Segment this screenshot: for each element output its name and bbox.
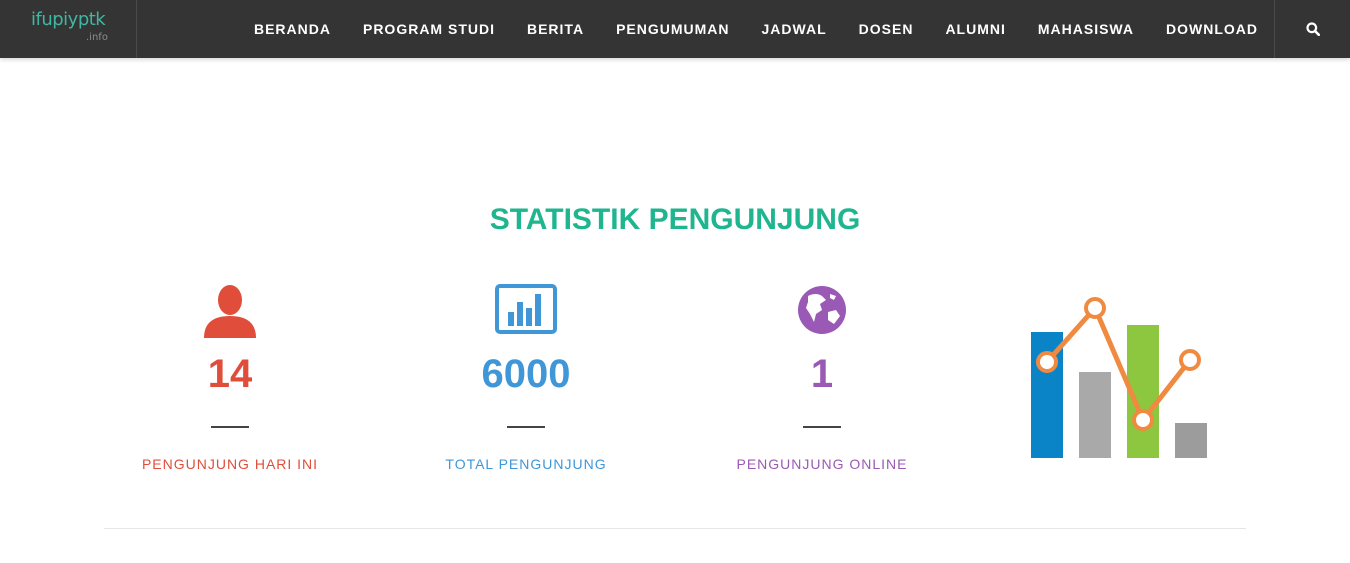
stat-label: PENGUNJUNG ONLINE [736, 456, 908, 472]
user-icon [204, 285, 256, 338]
chart-illustration-icon [1031, 297, 1207, 458]
stat-label: TOTAL PENGUNJUNG [445, 456, 607, 472]
navbar: ifupiyptk .info BERANDA PROGRAM STUDI BE… [0, 0, 1350, 58]
globe-icon [798, 286, 846, 334]
nav-item-jadwal[interactable]: JADWAL [762, 21, 827, 37]
search-icon [1305, 22, 1320, 36]
section-divider [104, 528, 1246, 529]
stat-label: PENGUNJUNG HARI INI [141, 456, 319, 472]
nav-item-program-studi[interactable]: PROGRAM STUDI [363, 21, 495, 37]
logo-subtext: .info [86, 32, 108, 43]
nav-item-download[interactable]: DOWNLOAD [1166, 21, 1258, 37]
stat-value: 6000 [481, 352, 571, 396]
stat-divider [803, 426, 841, 428]
stat-value: 14 [207, 352, 253, 396]
nav-item-pengumuman[interactable]: PENGUMUMAN [616, 21, 729, 37]
nav-item-dosen[interactable]: DOSEN [859, 21, 914, 37]
stat-value: 1 [810, 352, 834, 396]
nav-item-beranda[interactable]: BERANDA [254, 21, 331, 37]
logo-text: ifupiyptk [31, 9, 106, 30]
nav-item-alumni[interactable]: ALUMNI [945, 21, 1005, 37]
stat-visitors-today: 14 PENGUNJUNG HARI INI [110, 284, 350, 472]
stat-online-visitors: 1 PENGUNJUNG ONLINE [702, 284, 942, 472]
nav-menu: BERANDA PROGRAM STUDI BERITA PENGUMUMAN … [222, 0, 1258, 58]
search-button[interactable] [1274, 0, 1350, 58]
section-title: STATISTIK PENGUNJUNG [489, 203, 861, 236]
stat-divider [507, 426, 545, 428]
bar-chart-icon [495, 284, 557, 334]
stat-total-visitors: 6000 TOTAL PENGUNJUNG [406, 284, 646, 472]
site-logo[interactable]: ifupiyptk .info [0, 0, 137, 58]
nav-item-mahasiswa[interactable]: MAHASISWA [1038, 21, 1134, 37]
stat-divider [211, 426, 249, 428]
nav-item-berita[interactable]: BERITA [527, 21, 584, 37]
